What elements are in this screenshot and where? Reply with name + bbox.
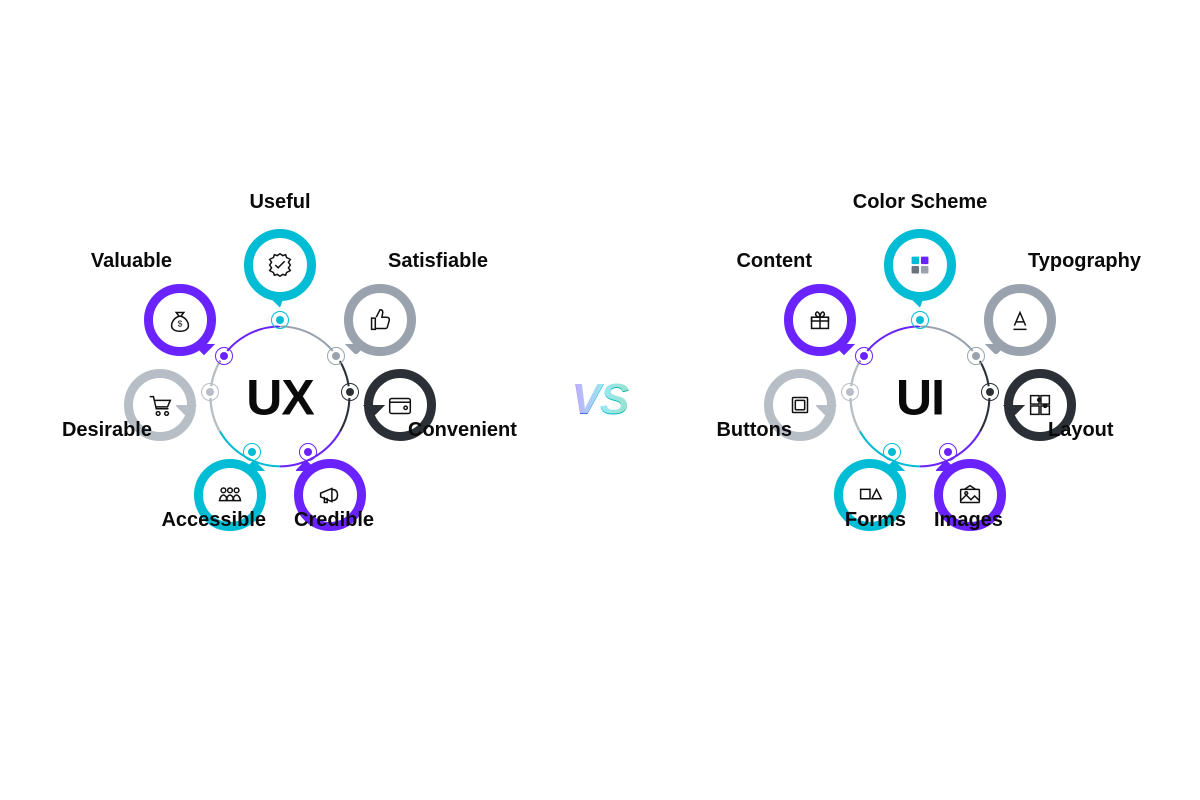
puzzle-icon (1025, 390, 1055, 420)
node-dot (942, 446, 954, 458)
bubble-useful: Useful (244, 229, 316, 301)
label-color-scheme: Color Scheme (853, 191, 987, 214)
people-icon (215, 480, 245, 510)
node-dot (330, 350, 342, 362)
thumbs-up-icon (365, 305, 395, 335)
diagram-stage: VS UX Use (50, 140, 1150, 660)
label-valuable: Valuable (91, 250, 172, 273)
bubble-convenient: Convenient (364, 369, 436, 441)
megaphone-icon (315, 480, 345, 510)
label-credible: Credible (294, 509, 374, 532)
money-bag-icon: $ (165, 305, 195, 335)
node-dot (970, 350, 982, 362)
bubble-satisfiable: Satisfiable (344, 284, 416, 356)
node-dot (844, 386, 856, 398)
bubble-typography: Typography (984, 284, 1056, 356)
label-useful: Useful (249, 191, 310, 214)
node-dot (302, 446, 314, 458)
label-layout: Layout (1048, 419, 1114, 442)
swatches-icon (905, 250, 935, 280)
bubble-forms: Forms (834, 459, 906, 531)
bubble-images: Images (934, 459, 1006, 531)
bubble-layout: Layout (1004, 369, 1076, 441)
type-icon (1005, 305, 1035, 335)
node-dot (984, 386, 996, 398)
node-dot (274, 314, 286, 326)
ui-title: UI (896, 369, 944, 427)
ux-cluster: UX Useful (70, 160, 490, 640)
ux-title: UX (246, 369, 313, 427)
label-accessible: Accessible (161, 509, 266, 532)
image-icon (955, 480, 985, 510)
square-icon (785, 390, 815, 420)
label-buttons: Buttons (716, 419, 792, 442)
bubble-valuable: $ Valuable (144, 284, 216, 356)
bubble-desirable: Desirable (124, 369, 196, 441)
node-dot (858, 350, 870, 362)
bubble-content: Content (784, 284, 856, 356)
bubble-credible: Credible (294, 459, 366, 531)
wallet-icon (385, 390, 415, 420)
node-dot (246, 446, 258, 458)
badge-check-icon (265, 250, 295, 280)
node-dot (204, 386, 216, 398)
label-content: Content (736, 250, 812, 273)
vs-label: VS (572, 375, 629, 425)
node-dot (218, 350, 230, 362)
bubble-color-scheme: Color Scheme (884, 229, 956, 301)
cart-icon (145, 390, 175, 420)
node-dot (344, 386, 356, 398)
node-dot (886, 446, 898, 458)
label-satisfiable: Satisfiable (388, 250, 488, 273)
label-images: Images (934, 509, 1003, 532)
label-desirable: Desirable (62, 419, 152, 442)
bubble-accessible: Accessible (194, 459, 266, 531)
ui-cluster: UI Color Scheme (710, 160, 1130, 640)
label-typography: Typography (1028, 250, 1141, 273)
bubble-buttons: Buttons (764, 369, 836, 441)
label-convenient: Convenient (408, 419, 517, 442)
label-forms: Forms (845, 509, 906, 532)
svg-text:$: $ (178, 319, 183, 329)
node-dot (914, 314, 926, 326)
gift-icon (805, 305, 835, 335)
shapes-icon (855, 480, 885, 510)
